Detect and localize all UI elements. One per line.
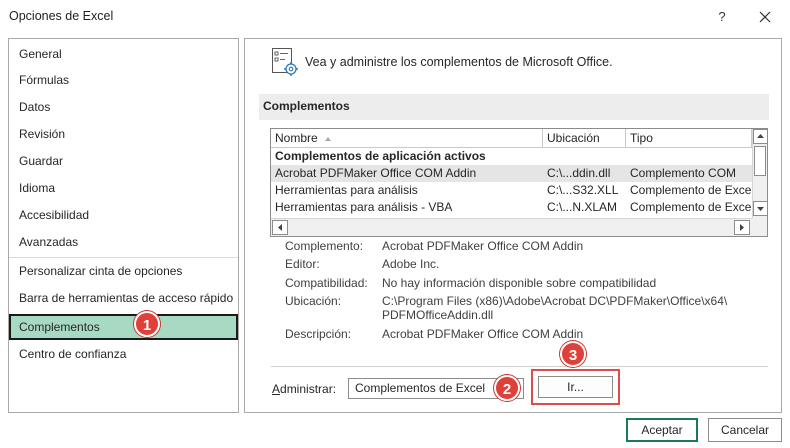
sidebar: General Fórmulas Datos Revisión Guardar … — [8, 38, 239, 413]
header-text: Vea y administre los complementos de Mic… — [305, 55, 613, 69]
go-button-highlight: Ir... — [531, 369, 620, 405]
cancel-button[interactable]: Cancelar — [708, 418, 782, 442]
detail-label: Compatibilidad: — [285, 276, 368, 290]
scroll-thumb[interactable] — [754, 146, 766, 176]
step-badge-2: 2 — [494, 375, 520, 401]
group-row: Complementos de aplicación activos — [271, 148, 753, 165]
sidebar-item-guardar[interactable]: Guardar — [9, 148, 238, 174]
arrow-down-icon — [757, 207, 764, 211]
sidebar-item-personalizar-cinta[interactable]: Personalizar cinta de opciones — [9, 258, 238, 284]
addins-list[interactable]: Nombre Ubicación Tipo Complementos de ap… — [270, 128, 768, 237]
cell-name: Acrobat PDFMaker Office COM Addin — [275, 166, 477, 180]
sidebar-item-general[interactable]: General — [9, 41, 238, 67]
detail-value: No hay información disponible sobre comp… — [382, 276, 657, 290]
cell-name: Herramientas para análisis - VBA — [275, 200, 453, 214]
cell-location: C:\...ddin.dll — [547, 166, 611, 180]
table-row[interactable]: Herramientas para análisis - VBA C:\...N… — [271, 199, 753, 216]
manage-label: Administrar: — [272, 382, 337, 396]
main-panel: Vea y administre los complementos de Mic… — [244, 38, 782, 413]
scroll-up-button[interactable] — [753, 129, 767, 144]
cell-type: Complemento de Excel — [630, 183, 751, 197]
close-button[interactable] — [752, 5, 778, 29]
sidebar-item-complementos[interactable]: Complementos — [9, 314, 238, 340]
arrow-right-icon — [740, 224, 744, 231]
sidebar-item-formulas[interactable]: Fórmulas — [9, 67, 238, 93]
detail-value: Acrobat PDFMaker Office COM Addin — [382, 239, 584, 253]
group-title: Complementos de aplicación activos — [275, 149, 486, 163]
table-row[interactable]: Acrobat PDFMaker Office COM Addin C:\...… — [271, 165, 753, 182]
addins-gear-icon — [271, 47, 299, 77]
detail-label: Editor: — [285, 257, 320, 271]
ok-button[interactable]: Aceptar — [626, 418, 698, 442]
window-title: Opciones de Excel — [9, 9, 114, 23]
sidebar-item-avanzadas[interactable]: Avanzadas — [9, 229, 238, 255]
scroll-left-button[interactable] — [272, 220, 288, 235]
detail-value-continued: PDFMOfficeAddin.dll — [382, 308, 494, 322]
step-badge-3: 3 — [560, 341, 586, 367]
column-header-ubicacion[interactable]: Ubicación — [543, 129, 626, 148]
vertical-scrollbar[interactable] — [752, 129, 767, 218]
go-button[interactable]: Ir... — [538, 376, 613, 398]
arrow-left-icon — [278, 224, 282, 231]
manage-divider — [271, 366, 768, 367]
title-bar: Opciones de Excel ? — [0, 0, 790, 34]
sidebar-item-revision[interactable]: Revisión — [9, 121, 238, 147]
detail-label: Ubicación: — [285, 294, 342, 308]
sort-up-icon — [325, 137, 332, 141]
horizontal-scrollbar[interactable] — [271, 218, 752, 236]
cell-name: Herramientas para análisis — [275, 183, 418, 197]
section-band: Complementos — [259, 94, 769, 120]
detail-value: Acrobat PDFMaker Office COM Addin — [382, 327, 584, 341]
cell-location: C:\...S32.XLL — [547, 183, 619, 197]
sidebar-item-centro-confianza[interactable]: Centro de confianza — [9, 341, 238, 367]
table-row[interactable]: Herramientas para análisis C:\...S32.XLL… — [271, 182, 753, 199]
scroll-down-button[interactable] — [753, 201, 767, 216]
cell-location: C:\...N.XLAM — [547, 200, 618, 214]
detail-value: Adobe Inc. — [382, 257, 440, 271]
detail-value: C:\Program Files (x86)\Adobe\Acrobat DC\… — [382, 294, 728, 308]
column-header-tipo[interactable]: Tipo — [626, 129, 752, 148]
cell-type: Complemento de Excel — [630, 200, 751, 214]
detail-label: Complemento: — [285, 239, 364, 253]
close-icon — [759, 11, 771, 23]
sidebar-item-accesibilidad[interactable]: Accesibilidad — [9, 202, 238, 228]
detail-label: Descripción: — [285, 327, 352, 341]
scroll-corner — [752, 218, 767, 236]
section-title: Complementos — [263, 99, 350, 113]
cell-type: Complemento COM — [630, 166, 737, 180]
step-badge-1: 1 — [134, 311, 160, 337]
help-button[interactable]: ? — [712, 6, 732, 28]
scroll-right-button[interactable] — [734, 220, 750, 235]
column-header-nombre[interactable]: Nombre — [271, 129, 543, 148]
sidebar-item-barra-acceso-rapido[interactable]: Barra de herramientas de acceso rápido — [9, 285, 238, 311]
sidebar-item-idioma[interactable]: Idioma — [9, 175, 238, 201]
sidebar-item-datos[interactable]: Datos — [9, 94, 238, 120]
arrow-up-icon — [757, 134, 764, 138]
